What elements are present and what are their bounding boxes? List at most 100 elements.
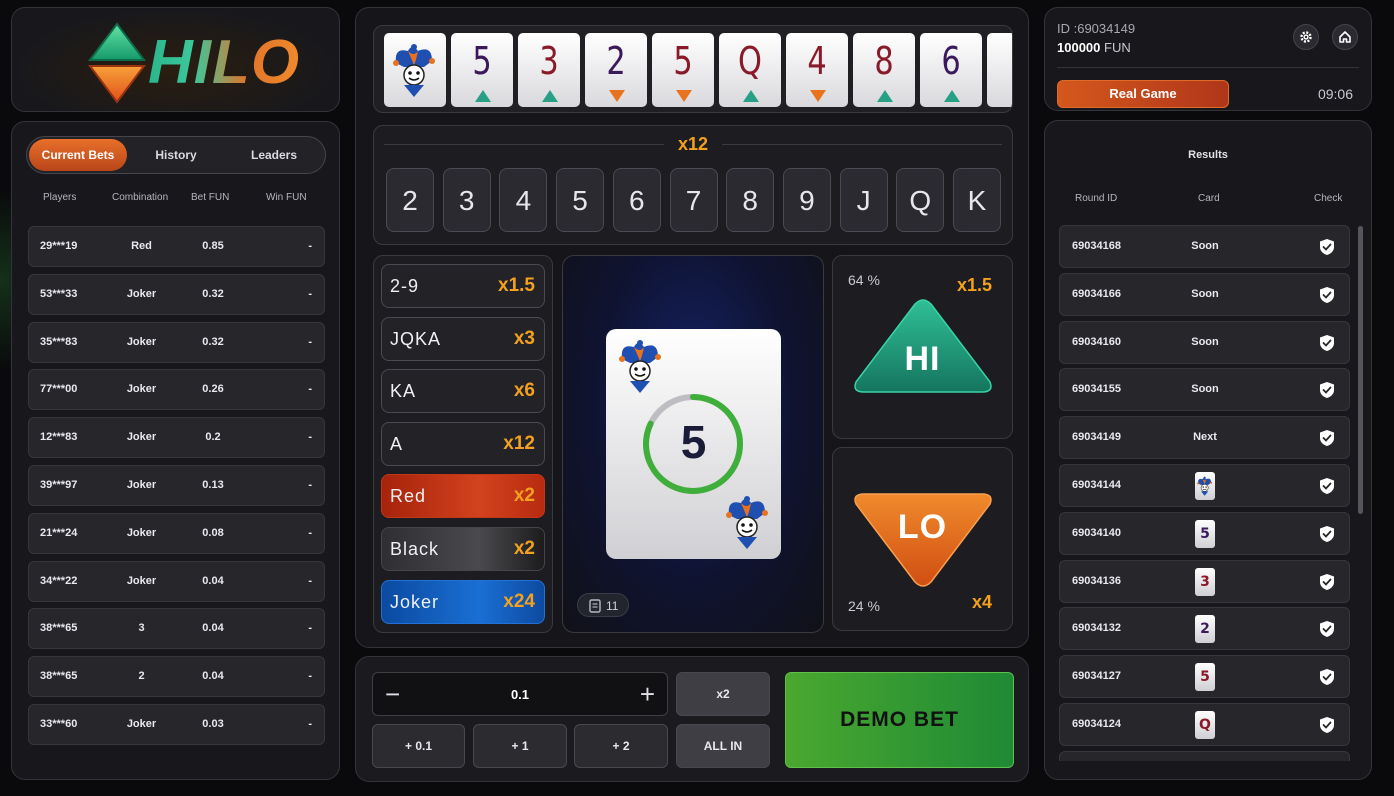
add-0-1-button[interactable]: + 0.1 bbox=[372, 724, 465, 768]
divider bbox=[1057, 67, 1359, 68]
tab-current-bets[interactable]: Current Bets bbox=[29, 139, 127, 171]
rank-button[interactable]: 8 bbox=[726, 168, 775, 232]
hi-multiplier: x1.5 bbox=[956, 275, 992, 295]
rank-button[interactable]: 5 bbox=[556, 168, 605, 232]
combo-button[interactable]: KA x6 bbox=[381, 369, 545, 414]
bets-tabs: Current Bets History Leaders bbox=[26, 136, 326, 174]
shield-check-icon[interactable] bbox=[1319, 668, 1335, 686]
down-arrow-icon bbox=[609, 90, 625, 102]
shield-check-icon[interactable] bbox=[1319, 477, 1335, 495]
shield-check-icon[interactable] bbox=[1319, 286, 1335, 304]
rank-button[interactable]: Q bbox=[896, 168, 945, 232]
add-1-button[interactable]: + 1 bbox=[473, 724, 567, 768]
increase-amount-button[interactable]: + bbox=[640, 679, 655, 709]
result-card: 5 bbox=[1195, 663, 1215, 692]
shield-check-icon[interactable] bbox=[1319, 381, 1335, 399]
add-2-button[interactable]: + 2 bbox=[574, 724, 668, 768]
hi-bet-button[interactable]: 64 % x1.5 HI bbox=[832, 255, 1013, 439]
result-row: 69034149 Next bbox=[1059, 416, 1350, 460]
account-panel: ID :69034149 100000 FUN Real Game 09:06 bbox=[1044, 7, 1372, 111]
result-round-id: 69034136 bbox=[1072, 574, 1121, 587]
bet-amount: 0.13 bbox=[202, 479, 224, 491]
combo-label: Black bbox=[390, 539, 440, 559]
joker-icon bbox=[393, 44, 435, 97]
combo-button[interactable]: Red x2 bbox=[381, 474, 545, 519]
tab-leaders[interactable]: Leaders bbox=[225, 139, 323, 171]
combo-button[interactable]: Ax12 bbox=[381, 421, 545, 466]
real-game-button[interactable]: Real Game bbox=[1057, 80, 1229, 108]
combo-button[interactable]: 2-9 x1.5 bbox=[381, 264, 545, 308]
bet-row: 21***24 Joker 0.08- bbox=[28, 512, 325, 554]
bet-win: - bbox=[308, 287, 312, 300]
home-button[interactable] bbox=[1332, 24, 1358, 50]
combo-label: Joker bbox=[390, 591, 440, 612]
down-arrow-icon bbox=[810, 90, 826, 102]
result-row: 69034166 Soon bbox=[1059, 272, 1350, 316]
col-card: Card bbox=[1198, 193, 1220, 204]
logo-text: HILO bbox=[148, 28, 301, 97]
combo-multiplier: x6 bbox=[513, 380, 535, 402]
balance-currency: FUN bbox=[1104, 40, 1131, 55]
combo-button[interactable]: Joker x24 bbox=[381, 579, 545, 624]
all-in-button[interactable]: ALL IN bbox=[676, 724, 770, 768]
settings-button[interactable] bbox=[1293, 24, 1319, 50]
result-round-id: 69034127 bbox=[1072, 670, 1121, 683]
col-win: Win FUN bbox=[266, 192, 307, 203]
shield-check-icon[interactable] bbox=[1319, 238, 1335, 256]
results-scrollbar[interactable] bbox=[1358, 226, 1363, 514]
rank-button[interactable]: 2 bbox=[386, 168, 434, 232]
history-card: 8 bbox=[853, 33, 915, 107]
rank-button[interactable]: 4 bbox=[499, 168, 548, 232]
hilo-logo-icon bbox=[88, 22, 146, 104]
bet-win: - bbox=[308, 622, 312, 635]
result-round-id: 69034132 bbox=[1072, 622, 1121, 635]
history-card: 3 bbox=[518, 33, 580, 107]
shield-check-icon[interactable] bbox=[1319, 525, 1335, 543]
bet-win: - bbox=[308, 670, 312, 683]
shield-check-icon[interactable] bbox=[1319, 716, 1335, 734]
shield-check-icon[interactable] bbox=[1319, 573, 1335, 591]
combo-multiplier: x3 bbox=[513, 327, 535, 349]
result-row: 69034160 Soon bbox=[1059, 320, 1350, 364]
rank-button[interactable]: 9 bbox=[782, 168, 831, 232]
results-list[interactable]: 69034168 Soon 69034166 Soon 69034160 Soon 6903… bbox=[1059, 225, 1353, 761]
lo-bet-button[interactable]: LO 24 % x4 bbox=[832, 447, 1013, 631]
combo-multiplier: x2 bbox=[513, 538, 535, 559]
rank-bet-panel: x12 23456789JQK bbox=[373, 125, 1013, 245]
combo-button[interactable]: Black x2 bbox=[381, 527, 545, 571]
double-bet-button[interactable]: x2 bbox=[676, 672, 770, 716]
shield-check-icon[interactable] bbox=[1319, 620, 1335, 638]
rank-button[interactable]: J bbox=[839, 168, 888, 232]
rank-button[interactable]: 3 bbox=[442, 168, 491, 232]
history-card-rank: 5 bbox=[472, 39, 492, 83]
history-card-rank: 6 bbox=[941, 39, 961, 83]
combo-multiplier: x2 bbox=[513, 485, 535, 507]
rank-button[interactable]: 7 bbox=[669, 168, 718, 232]
col-bet: Bet FUN bbox=[191, 192, 230, 203]
deck-icon bbox=[589, 599, 601, 613]
result-card-status: Next bbox=[1193, 431, 1217, 444]
result-row: 69034127 5 bbox=[1059, 655, 1350, 699]
history-card-rank: 4 bbox=[807, 39, 827, 83]
shield-check-icon[interactable] bbox=[1319, 429, 1335, 447]
result-row: 69034132 2 bbox=[1059, 607, 1350, 651]
rank-button[interactable]: 6 bbox=[612, 168, 661, 232]
tab-history[interactable]: History bbox=[127, 139, 225, 171]
result-round-id: 69034144 bbox=[1072, 479, 1121, 491]
current-card-rank: 5 bbox=[680, 416, 707, 468]
bet-amount: 0.04 bbox=[202, 574, 224, 587]
demo-bet-button[interactable]: DEMO BET bbox=[785, 672, 1014, 768]
shield-check-icon[interactable] bbox=[1319, 334, 1335, 352]
history-card-rank: 5 bbox=[673, 39, 693, 83]
bet-amount-value[interactable]: 0.1 bbox=[373, 687, 667, 702]
result-card-status: Soon bbox=[1191, 240, 1219, 252]
bet-win: - bbox=[308, 335, 312, 348]
history-card: Q bbox=[719, 33, 781, 107]
rank-button[interactable]: K bbox=[953, 168, 1001, 232]
result-card: Q bbox=[1195, 711, 1215, 739]
result-row: 69034155 Soon bbox=[1059, 368, 1350, 412]
result-row: 69034168 Soon bbox=[1059, 225, 1350, 268]
combo-button[interactable]: JQKA x3 bbox=[381, 316, 545, 361]
result-row: 69034136 3 bbox=[1059, 559, 1350, 603]
history-card-rank: 3 bbox=[539, 39, 559, 83]
